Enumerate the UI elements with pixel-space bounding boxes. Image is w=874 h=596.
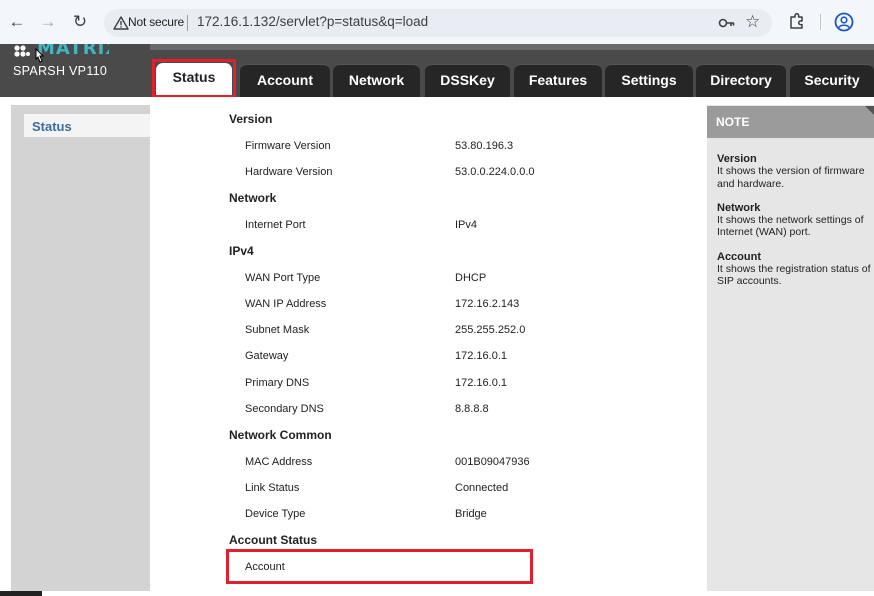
note-text: It shows the network settings of Interne… [717, 214, 864, 239]
row-label-secondary-dns: Secondary DNS [245, 403, 324, 415]
row-label-internet-port: Internet Port [245, 219, 306, 231]
taskbar-fragment [0, 591, 42, 596]
status-tab-highlight [152, 59, 236, 98]
tab-settings[interactable]: Settings [605, 64, 693, 97]
tab-security[interactable]: Security [790, 64, 874, 97]
forward-arrow-icon[interactable]: → [37, 11, 59, 33]
row-label-wan-ip-address: WAN IP Address [245, 298, 327, 310]
row-label-gateway: Gateway [245, 350, 289, 362]
sidebar [11, 105, 150, 591]
extensions-icon[interactable] [788, 12, 806, 30]
section-title-ipv4: IPv4 [229, 244, 254, 258]
row-label-wan-port-type: WAN Port Type [245, 272, 321, 284]
reload-icon[interactable]: ↻ [69, 11, 91, 33]
note-body: Version It shows the version of firmware… [717, 153, 872, 300]
tab-account[interactable]: Account [240, 64, 330, 97]
subbar [0, 97, 874, 105]
row-value-link-status: Connected [455, 482, 509, 494]
row-value-internet-port: IPv4 [455, 219, 478, 231]
device-model: SPARSH VP110 [13, 64, 108, 78]
status-content [157, 105, 698, 591]
omnibox-divider [187, 15, 188, 31]
row-label-mac-address: MAC Address [245, 456, 313, 468]
row-value-secondary-dns: 8.8.8.8 [455, 403, 489, 415]
note-text: It shows the version of firmware and har… [717, 165, 865, 190]
tab-features[interactable]: Features [514, 64, 602, 97]
row-value-device-type: Bridge [455, 508, 487, 520]
row-label-link-status: Link Status [245, 482, 300, 494]
url-text[interactable]: 172.16.1.132/servlet?p=status&q=load [197, 14, 428, 29]
matrix-logo: MATRIX [13, 44, 109, 62]
row-value-primary-dns: 172.16.0.1 [455, 377, 507, 389]
logo-text: MATRIX [37, 44, 109, 59]
row-label-hardware-version: Hardware Version [245, 166, 333, 178]
note-title: NOTE [707, 106, 874, 138]
not-secure-label[interactable]: Not secure [128, 15, 184, 29]
bottom-strip [0, 591, 874, 596]
warning-icon [113, 16, 129, 30]
row-value-mac-address: 001B09047936 [455, 456, 530, 468]
note-heading: Version [717, 153, 757, 165]
row-label-subnet-mask: Subnet Mask [245, 324, 310, 336]
row-value-wan-port-type: DHCP [455, 272, 487, 284]
bookmark-star-icon[interactable]: ☆ [745, 12, 760, 32]
row-value-subnet-mask: 255.255.252.0 [455, 324, 526, 336]
note-item-network: Network It shows the network settings of… [717, 202, 872, 239]
note-heading: Network [717, 201, 761, 214]
note-heading: Account [717, 250, 761, 263]
logo-mark-icon [14, 45, 30, 57]
header-top-strip [150, 44, 874, 50]
section-title-account-status: Account Status [229, 533, 318, 547]
tab-directory[interactable]: Directory [696, 64, 786, 97]
section-title-network: Network [229, 191, 277, 205]
section-title-version: Version [229, 112, 273, 126]
note-text: It shows the registration status of SIP … [717, 263, 871, 288]
tab-dsskey[interactable]: DSSKey [425, 64, 510, 97]
back-arrow-icon[interactable]: ← [6, 11, 28, 33]
content-gap [698, 105, 707, 591]
account-row-highlight [226, 549, 533, 584]
row-value-hardware-version: 53.0.0.224.0.0.0 [455, 166, 535, 178]
row-label-device-type: Device Type [245, 508, 306, 520]
sidebar-item-status[interactable]: Status [24, 114, 150, 137]
browser-toolbar: ← → ↻ Not secure 172.16.1.132/servlet?p=… [0, 0, 874, 44]
row-value-firmware-version: 53.80.196.3 [455, 140, 514, 152]
key-icon[interactable] [718, 15, 736, 31]
row-label-primary-dns: Primary DNS [245, 377, 310, 389]
row-label-firmware-version: Firmware Version [245, 140, 331, 152]
tab-network[interactable]: Network [333, 64, 420, 97]
profile-icon[interactable] [834, 12, 854, 32]
toolbar-divider [820, 14, 821, 30]
address-bar[interactable]: Not secure 172.16.1.132/servlet?p=status… [104, 9, 772, 37]
note-item-account: Account It shows the registration status… [717, 251, 872, 288]
row-value-gateway: 172.16.0.1 [455, 350, 507, 362]
note-corner-fold [865, 106, 874, 115]
section-title-network-common: Network Common [229, 428, 332, 442]
row-value-wan-ip-address: 172.16.2.143 [455, 298, 520, 310]
note-item-version: Version It shows the version of firmware… [717, 153, 872, 190]
